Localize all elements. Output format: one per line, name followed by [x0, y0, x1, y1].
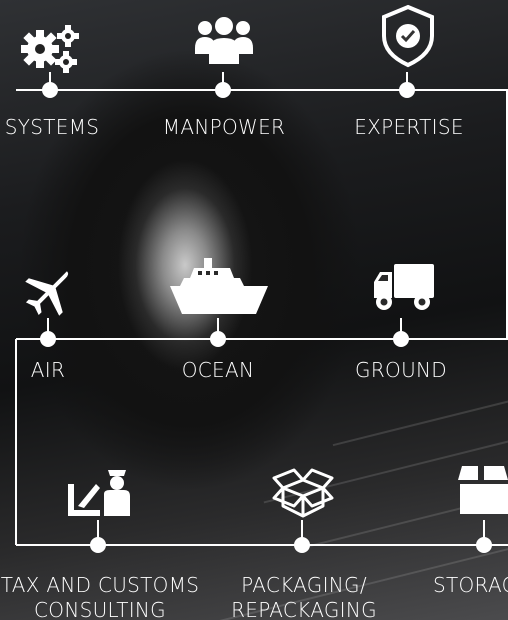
label-expertise: EXPERTISE	[354, 115, 464, 139]
label-packaging-line2: REPACKAGING	[231, 598, 377, 620]
customs-officer-icon	[68, 470, 130, 520]
label-ocean: OCEAN	[181, 358, 255, 382]
label-air: AIR	[30, 358, 66, 382]
node-systems	[40, 80, 60, 100]
ship-icon	[170, 258, 268, 314]
label-manpower: MANPOWER	[162, 115, 286, 139]
node-ground	[391, 329, 411, 349]
node-packaging	[292, 535, 312, 555]
label-packaging-line1: PACKAGING/	[241, 573, 367, 597]
gears-icon	[20, 22, 82, 78]
node-storage	[474, 535, 494, 555]
open-box-icon	[272, 466, 334, 518]
node-tax-customs	[88, 535, 108, 555]
label-tax-customs-line2: CONSULTING	[34, 598, 166, 620]
node-air	[38, 329, 58, 349]
label-systems: SYSTEMS	[4, 115, 100, 139]
label-storage: STORAG	[433, 573, 508, 597]
service-infographic: SYSTEMS MANPOWER EXPERTISE AIR OCEAN GRO…	[0, 0, 508, 620]
airplane-icon	[22, 265, 78, 317]
people-group-icon	[195, 14, 253, 66]
label-tax-customs-line1: TAX AND CUSTOMS	[0, 573, 200, 597]
truck-icon	[372, 264, 434, 312]
shield-check-icon	[380, 4, 436, 68]
label-ground: GROUND	[355, 358, 447, 382]
node-ocean	[208, 329, 228, 349]
storage-box-icon	[458, 466, 508, 516]
node-manpower	[213, 80, 233, 100]
node-expertise	[397, 80, 417, 100]
